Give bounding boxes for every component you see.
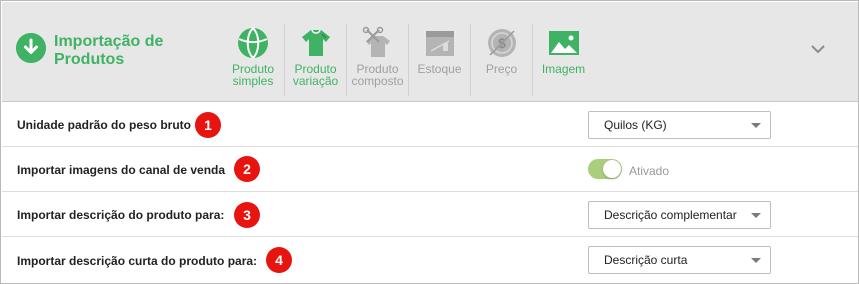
tool-stock[interactable]: Estoque (408, 24, 470, 96)
select-value: Descrição complementar (604, 208, 737, 222)
tool-composite-product[interactable]: Produto composto (346, 24, 408, 96)
select-value: Quilos (KG) (604, 118, 667, 132)
stock-icon (425, 31, 454, 56)
toggle-state-text: Ativado (629, 164, 670, 178)
tool-label: Estoque (417, 62, 462, 76)
setting-label: Unidade padrão do peso bruto (17, 118, 192, 132)
import-panel: Importação de Produtos Produto simples P… (0, 0, 859, 284)
weight-unit-select[interactable]: Quilos (KG) (588, 111, 771, 139)
tool-label: Preço (485, 62, 518, 76)
composite-product-icon (362, 26, 390, 57)
caret-down-icon (751, 258, 761, 263)
variation-product-icon (301, 29, 330, 56)
setting-row: Importar descrição curta do produto para… (2, 237, 858, 283)
caret-down-icon (751, 123, 761, 128)
simple-product-icon (238, 27, 268, 59)
description-target-select[interactable]: Descrição complementar (588, 201, 771, 229)
download-icon (16, 33, 46, 63)
tool-label: Produto composto (351, 62, 404, 88)
panel-title: Importação de Produtos (54, 33, 164, 68)
tool-label: Produto simples (231, 62, 275, 88)
select-value: Descrição curta (604, 253, 688, 267)
tool-simple-product[interactable]: Produto simples (222, 24, 284, 96)
setting-row: Importar imagens do canal de venda 2 Ati… (2, 147, 858, 192)
tool-label: Produto variação (292, 62, 339, 88)
step-badge: 1 (195, 112, 221, 138)
step-badge: 3 (234, 202, 260, 228)
step-badge: 4 (266, 247, 292, 273)
tool-label: Imagem (541, 62, 586, 76)
short-description-target-select[interactable]: Descrição curta (588, 246, 771, 274)
image-icon (548, 31, 579, 55)
setting-label: Importar descrição do produto para: (17, 208, 225, 222)
chevron-down-icon[interactable] (808, 39, 828, 59)
setting-row: Unidade padrão do peso bruto 1 Quilos (K… (2, 103, 858, 147)
setting-label: Importar imagens do canal de venda (17, 163, 226, 177)
step-badge: 2 (234, 156, 260, 182)
tool-variation-product[interactable]: Produto variação (284, 24, 346, 96)
toggle-knob (603, 160, 621, 178)
toolbar: Produto simples Produto variação Produto… (222, 24, 594, 96)
tool-image[interactable]: Imagem (532, 24, 594, 96)
panel-header: Importação de Produtos Produto simples P… (2, 2, 858, 102)
import-images-toggle[interactable] (588, 159, 622, 179)
caret-down-icon (751, 213, 761, 218)
price-icon: $ (487, 29, 516, 57)
setting-label: Importar descrição curta do produto para… (17, 254, 258, 268)
setting-row: Importar descrição do produto para: 3 De… (2, 192, 858, 237)
tool-price[interactable]: $ Preço (470, 24, 532, 96)
